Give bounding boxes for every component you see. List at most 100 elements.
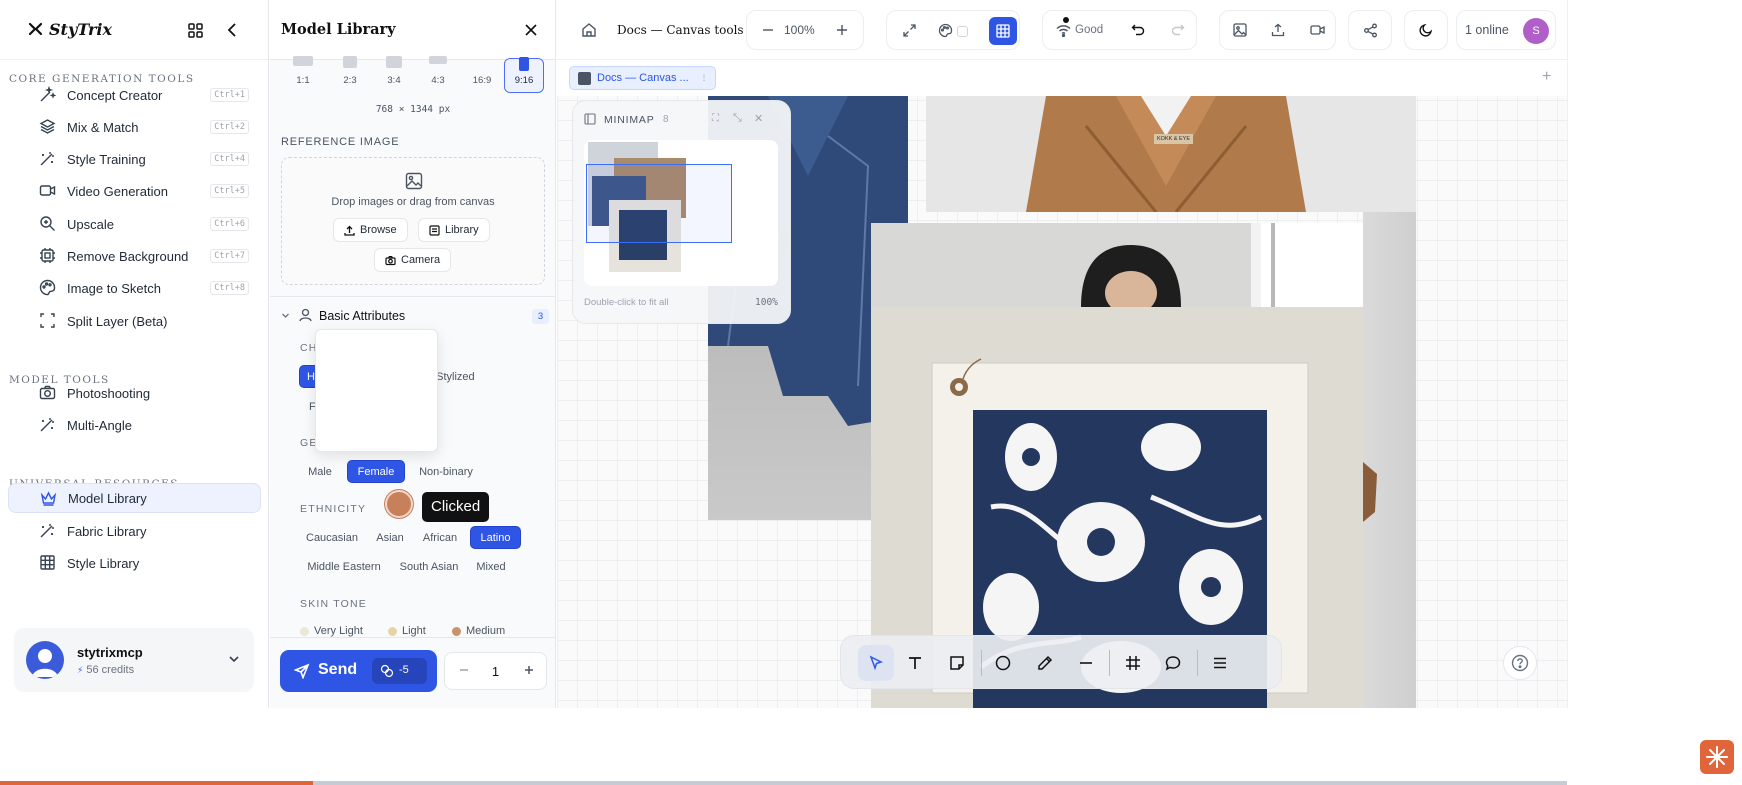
select-tool-icon[interactable]: [858, 645, 894, 681]
video-icon[interactable]: [1307, 20, 1327, 40]
progress-bar: [0, 781, 1567, 785]
sidebar-item-label: Style Library: [67, 555, 140, 571]
zoom-level[interactable]: 100%: [784, 23, 815, 37]
sidebar-item-model-library[interactable]: Model Library: [8, 483, 261, 513]
comment-tool-icon[interactable]: [1162, 652, 1184, 674]
minimap-viewport[interactable]: [584, 140, 778, 286]
aspect-ratio-3-4[interactable]: 3:4: [376, 56, 412, 92]
chip-ethnicity-mixed[interactable]: Mixed: [470, 555, 512, 578]
plus-icon[interactable]: [522, 663, 536, 677]
chip-character-stylized[interactable]: o Stylized: [430, 365, 490, 388]
minimap-panel[interactable]: MINIMAP 8 ⛶ ⤡ ✕ Double-click to fit all …: [572, 100, 791, 324]
aspect-ratio-2-3[interactable]: 2:3: [332, 56, 368, 92]
chip-ethnicity-asian[interactable]: Asian: [370, 526, 410, 549]
sidebar-item-multi-angle[interactable]: Multi-Angle: [8, 410, 261, 440]
sidebar-item-remove-background[interactable]: Remove Background Ctrl+7: [8, 241, 261, 271]
grid-toggle-icon[interactable]: [989, 17, 1017, 45]
image-icon[interactable]: [1230, 20, 1250, 40]
divider: [270, 637, 556, 638]
share-icon[interactable]: [1360, 20, 1380, 40]
close-icon[interactable]: [522, 21, 540, 39]
library-icon: [429, 224, 440, 236]
woman-portrait-image[interactable]: [871, 223, 1363, 307]
canvas-doc-tab[interactable]: Docs — Canvas ... ⁞: [569, 66, 717, 90]
document-title[interactable]: Docs — Canvas tools: [617, 23, 744, 37]
logo[interactable]: StyTrix: [28, 20, 112, 39]
chip-gender-male[interactable]: Male: [300, 460, 340, 483]
zoom-in-icon[interactable]: [832, 20, 852, 40]
coat-label: KOKK & EYE: [1154, 134, 1194, 144]
minimap-view-rect[interactable]: [586, 164, 732, 243]
camel-coat-image[interactable]: KOKK & EYE: [926, 96, 1416, 212]
aspect-ratio-9-16[interactable]: 9:16: [504, 57, 544, 93]
crown-icon: [40, 490, 58, 508]
dropdown-popup[interactable]: [315, 329, 438, 452]
reference-dropzone[interactable]: Drop images or drag from canvas Browse L…: [281, 157, 545, 285]
aspect-ratio-16-9[interactable]: 16:9: [464, 58, 500, 92]
line-tool-icon[interactable]: [1075, 652, 1097, 674]
user-credits: ⚡ 56 credits: [77, 664, 134, 676]
canvas[interactable]: Docs — Canvas ... ⁞ + KOKK & EYE MINIMAP…: [557, 60, 1567, 708]
drag-handle-icon[interactable]: ⁞: [703, 73, 706, 83]
fit-all-icon[interactable]: ⛶: [712, 113, 719, 124]
ratio-label: 16:9: [472, 75, 492, 86]
user-card[interactable]: stytrixmcp ⚡ 56 credits: [14, 628, 254, 692]
home-icon[interactable]: [579, 20, 599, 40]
presence-avatar[interactable]: S: [1523, 18, 1549, 44]
send-button[interactable]: Send -5: [280, 650, 437, 692]
sidebar-item-video-generation[interactable]: Video Generation Ctrl+5: [8, 176, 261, 206]
chip-ethnicity-caucasian[interactable]: Caucasian: [300, 526, 364, 549]
sidebar-item-image-to-sketch[interactable]: Image to Sketch Ctrl+8: [8, 273, 261, 303]
fit-screen-icon[interactable]: [899, 20, 919, 40]
sidebar-item-concept-creator[interactable]: Concept Creator Ctrl+1: [8, 80, 261, 110]
palette-icon[interactable]: [935, 20, 955, 40]
right-margin: [1567, 0, 1742, 708]
skin-tone-label-text: Medium: [466, 625, 506, 637]
divider: [270, 296, 556, 297]
sidebar-item-split-layer-beta[interactable]: Split Layer (Beta): [8, 306, 261, 336]
toolbar-divider: [1197, 650, 1198, 676]
send-icon: [294, 663, 310, 679]
aspect-ratio-1-1[interactable]: 1:1: [285, 56, 321, 92]
close-minimap-icon[interactable]: ✕: [754, 112, 763, 125]
collapse-sidebar-icon[interactable]: [222, 20, 242, 40]
camera-button[interactable]: Camera: [374, 248, 452, 272]
chip-ethnicity-african[interactable]: African: [416, 526, 464, 549]
collapse-icon[interactable]: ⤡: [733, 112, 742, 125]
sticky-note-tool-icon[interactable]: [946, 652, 968, 674]
chevron-down-icon[interactable]: [228, 654, 240, 664]
ellipse-tool-icon[interactable]: [992, 652, 1014, 674]
undo-icon[interactable]: [1128, 20, 1148, 40]
menu-icon[interactable]: [1209, 652, 1231, 674]
frame-tool-icon[interactable]: [1122, 652, 1144, 674]
chip-gender-nonbinary[interactable]: Non-binary: [411, 460, 481, 483]
camera-icon: [385, 255, 396, 266]
zoom-out-icon[interactable]: [758, 20, 778, 40]
chip-ethnicity-middle-eastern[interactable]: Middle Eastern: [300, 555, 388, 578]
aspect-ratio-4-3[interactable]: 4:3: [420, 56, 456, 92]
grid-view-icon[interactable]: [185, 20, 205, 40]
browse-button[interactable]: Browse: [333, 218, 408, 242]
text-tool-icon[interactable]: [904, 652, 926, 674]
brand-star-button[interactable]: [1700, 740, 1734, 774]
chip-gender-female[interactable]: Female: [347, 460, 405, 483]
add-tab-icon[interactable]: +: [1542, 68, 1551, 86]
sidebar-item-style-training[interactable]: Style Training Ctrl+4: [8, 144, 261, 174]
chip-ethnicity-latino[interactable]: Latino: [470, 526, 521, 549]
color-swatch[interactable]: [957, 26, 968, 37]
sidebar-item-fabric-library[interactable]: Fabric Library: [8, 516, 261, 546]
chip-ethnicity-south-asian[interactable]: South Asian: [394, 555, 464, 578]
pen-tool-icon[interactable]: [1034, 652, 1056, 674]
avatar: [26, 641, 64, 679]
sidebar-item-mix-match[interactable]: Mix & Match Ctrl+2: [8, 112, 261, 142]
export-icon[interactable]: [1268, 20, 1288, 40]
library-button[interactable]: Library: [418, 218, 490, 242]
help-icon[interactable]: [1503, 646, 1537, 680]
redo-icon[interactable]: [1168, 20, 1188, 40]
sidebar-item-style-library[interactable]: Style Library: [8, 548, 261, 578]
moon-icon[interactable]: [1416, 20, 1436, 40]
sidebar-item-upscale[interactable]: Upscale Ctrl+6: [8, 209, 261, 239]
skin-tone-label-text: Very Light: [314, 625, 363, 637]
basic-attributes-header[interactable]: Basic Attributes 3: [281, 306, 549, 326]
sidebar-item-photoshooting[interactable]: Photoshooting: [8, 378, 261, 408]
